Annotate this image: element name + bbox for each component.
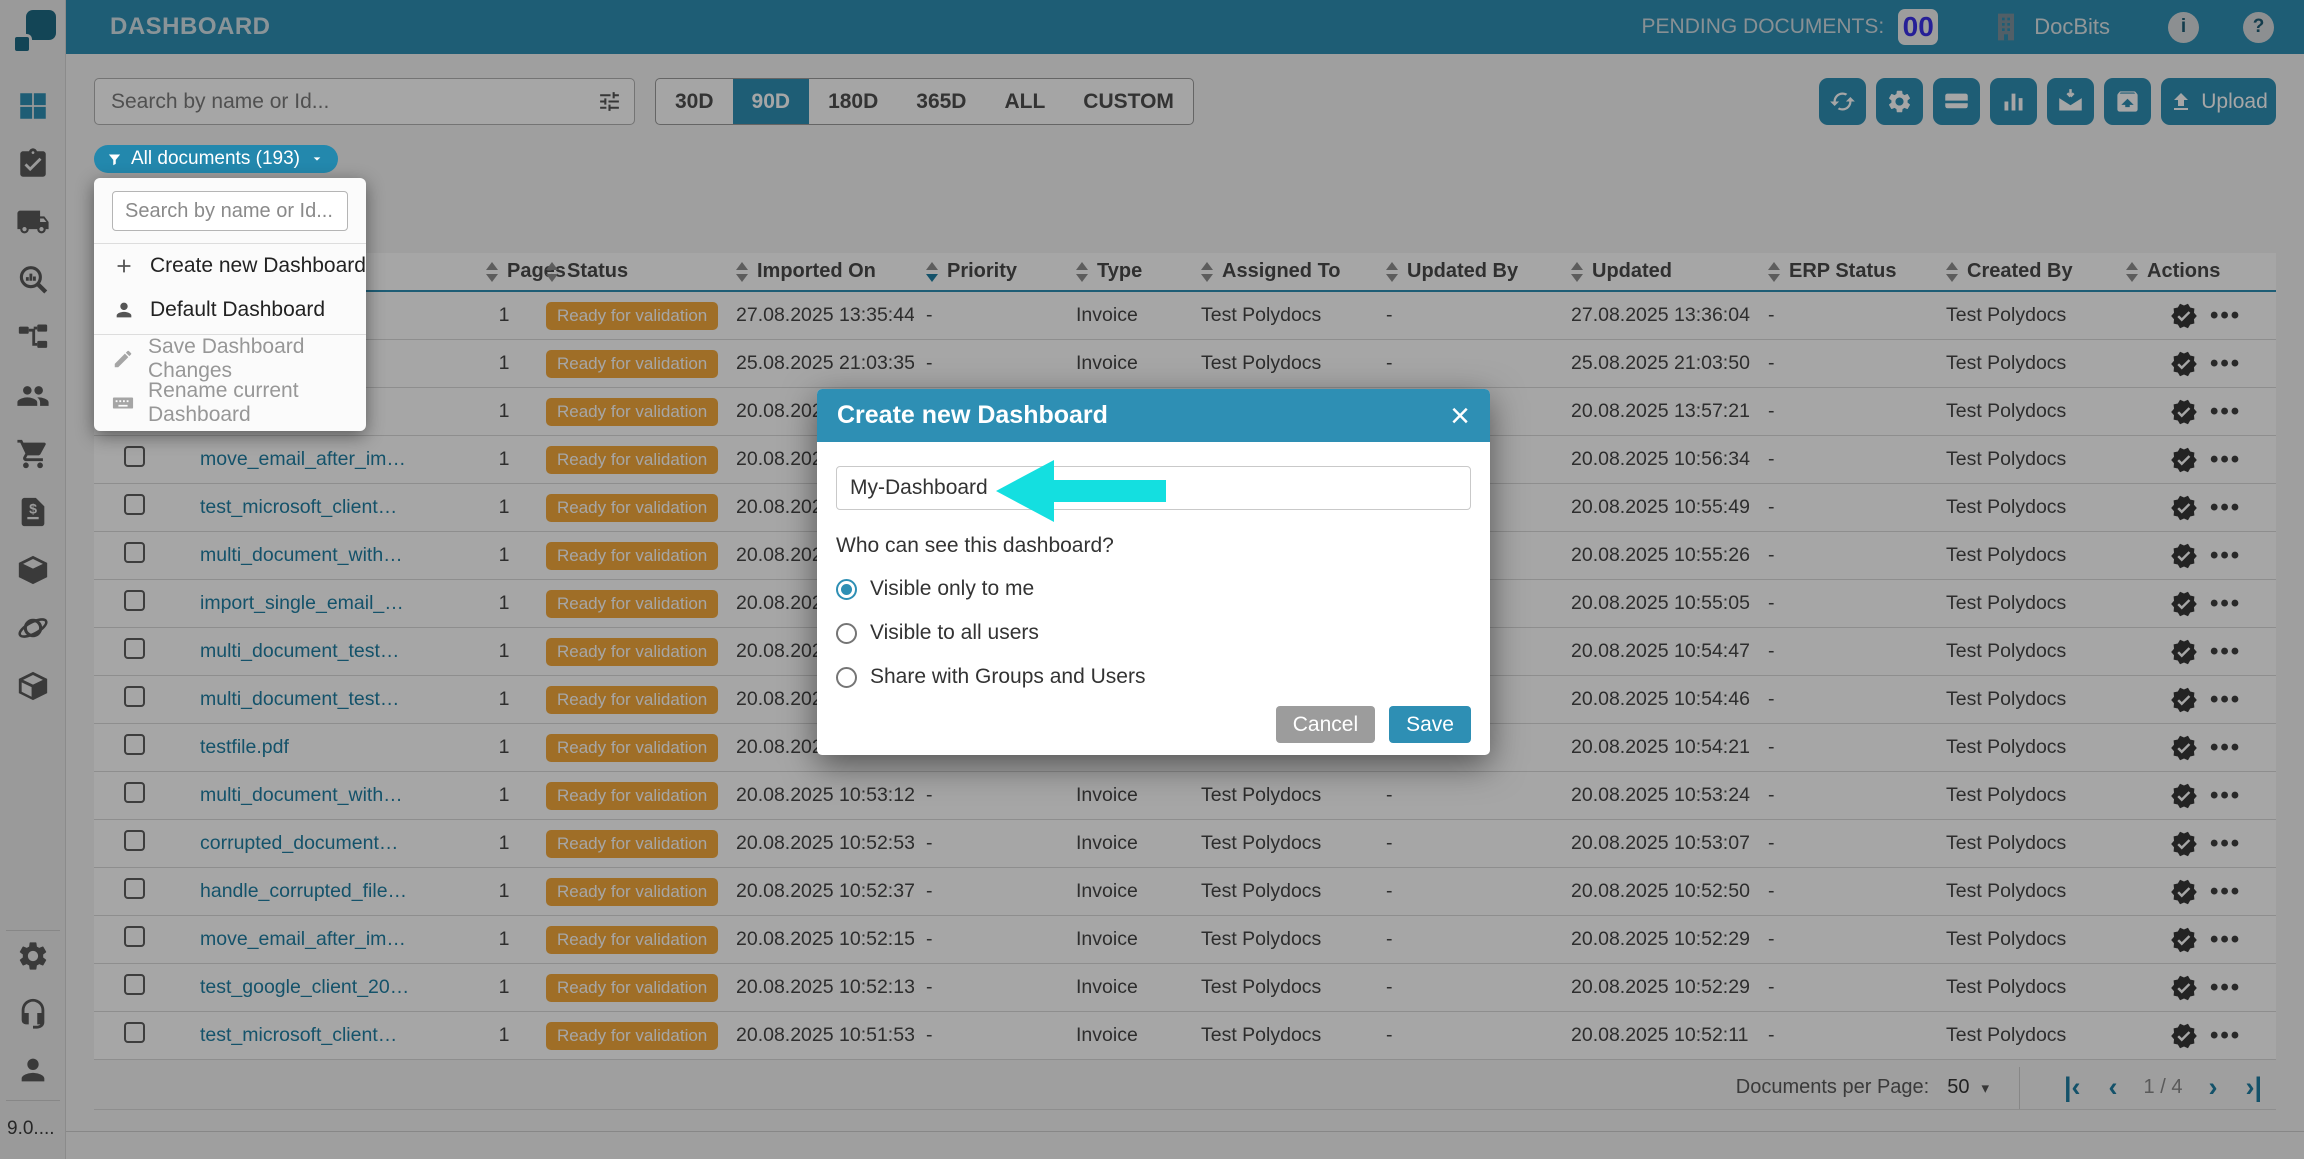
- plus-icon: [113, 255, 135, 277]
- visibility-options: Visible only to me Visible to all users Sh…: [836, 574, 1471, 692]
- radio-label: Share with Groups and Users: [870, 665, 1145, 689]
- close-icon[interactable]: [1450, 399, 1470, 433]
- radio-button-icon[interactable]: [836, 623, 857, 644]
- menu-item-save-dashboard-changes[interactable]: Save Dashboard Changes: [94, 337, 366, 381]
- annotation-arrow-left-icon: [996, 458, 1166, 524]
- all-documents-filter-chip[interactable]: All documents (193): [94, 145, 338, 173]
- radio-option-visible-to-all-users[interactable]: Visible to all users: [836, 618, 1471, 648]
- radio-button-icon[interactable]: [836, 667, 857, 688]
- person-icon: [113, 299, 135, 321]
- dashboard-menu-search-input[interactable]: [112, 191, 348, 231]
- person-icon: [112, 298, 136, 322]
- keyboard-icon: [112, 391, 134, 415]
- dashboard-menu: Create new Dashboard Default Dashboard Sav…: [94, 178, 366, 431]
- modal-title: Create new Dashboard: [837, 401, 1108, 430]
- plus-icon: [112, 254, 136, 278]
- chevron-down-icon: [309, 151, 325, 167]
- radio-option-visible-only-to-me[interactable]: Visible only to me: [836, 574, 1471, 604]
- pencil-icon: [112, 347, 134, 371]
- radio-label: Visible to all users: [870, 621, 1039, 645]
- menu-item-label: Rename current Dashboard: [148, 379, 366, 427]
- keyboard-icon: [112, 392, 134, 414]
- funnel-icon: [107, 152, 122, 167]
- radio-button-icon[interactable]: [836, 579, 857, 600]
- menu-item-create-new-dashboard[interactable]: Create new Dashboard: [94, 244, 366, 288]
- radio-option-share-with-groups-and-users[interactable]: Share with Groups and Users: [836, 662, 1471, 692]
- save-button[interactable]: Save: [1389, 706, 1471, 743]
- pencil-icon: [112, 348, 134, 370]
- menu-item-rename-current-dashboard[interactable]: Rename current Dashboard: [94, 381, 366, 425]
- menu-item-default-dashboard[interactable]: Default Dashboard: [94, 288, 366, 332]
- visibility-question: Who can see this dashboard?: [836, 534, 1471, 558]
- cancel-button[interactable]: Cancel: [1276, 706, 1375, 743]
- create-dashboard-modal: Create new Dashboard Who can see this da…: [817, 389, 1490, 755]
- menu-item-label: Create new Dashboard: [150, 254, 366, 278]
- menu-item-label: Default Dashboard: [150, 298, 325, 322]
- filter-chip-label: All documents (193): [131, 148, 300, 170]
- radio-label: Visible only to me: [870, 577, 1034, 601]
- menu-item-label: Save Dashboard Changes: [148, 335, 366, 383]
- modal-header: Create new Dashboard: [817, 389, 1490, 442]
